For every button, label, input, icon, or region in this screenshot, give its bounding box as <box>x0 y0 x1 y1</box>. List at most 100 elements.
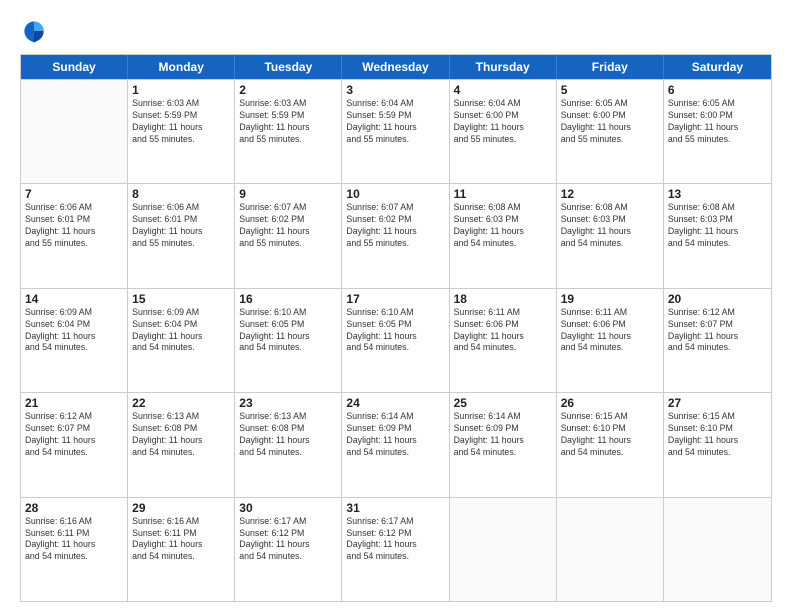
calendar-row-3: 14Sunrise: 6:09 AM Sunset: 6:04 PM Dayli… <box>21 288 771 392</box>
calendar-cell: 1Sunrise: 6:03 AM Sunset: 5:59 PM Daylig… <box>128 80 235 183</box>
calendar-cell: 13Sunrise: 6:08 AM Sunset: 6:03 PM Dayli… <box>664 184 771 287</box>
calendar-cell <box>450 498 557 601</box>
cell-info: Sunrise: 6:04 AM Sunset: 5:59 PM Dayligh… <box>346 98 444 146</box>
cell-info: Sunrise: 6:07 AM Sunset: 6:02 PM Dayligh… <box>346 202 444 250</box>
header <box>20 18 772 46</box>
day-number: 28 <box>25 501 123 515</box>
day-number: 14 <box>25 292 123 306</box>
calendar-cell: 20Sunrise: 6:12 AM Sunset: 6:07 PM Dayli… <box>664 289 771 392</box>
day-number: 1 <box>132 83 230 97</box>
cell-info: Sunrise: 6:09 AM Sunset: 6:04 PM Dayligh… <box>132 307 230 355</box>
day-number: 25 <box>454 396 552 410</box>
page: SundayMondayTuesdayWednesdayThursdayFrid… <box>0 0 792 612</box>
day-number: 12 <box>561 187 659 201</box>
day-number: 21 <box>25 396 123 410</box>
day-number: 16 <box>239 292 337 306</box>
calendar-cell: 31Sunrise: 6:17 AM Sunset: 6:12 PM Dayli… <box>342 498 449 601</box>
cell-info: Sunrise: 6:16 AM Sunset: 6:11 PM Dayligh… <box>25 516 123 564</box>
cell-info: Sunrise: 6:05 AM Sunset: 6:00 PM Dayligh… <box>561 98 659 146</box>
calendar-row-2: 7 Sunrise: 6:06 AM Sunset: 6:01 PM Daylig… <box>21 183 771 287</box>
day-number: 20 <box>668 292 767 306</box>
day-number: 29 <box>132 501 230 515</box>
day-number: 8 <box>132 187 230 201</box>
cell-info: Sunrise: 6:12 AM Sunset: 6:07 PM Dayligh… <box>25 411 123 459</box>
cell-info: Sunrise: 6:08 AM Sunset: 6:03 PM Dayligh… <box>454 202 552 250</box>
calendar-cell: 26Sunrise: 6:15 AM Sunset: 6:10 PM Dayli… <box>557 393 664 496</box>
calendar-cell: 12Sunrise: 6:08 AM Sunset: 6:03 PM Dayli… <box>557 184 664 287</box>
calendar-cell: 16Sunrise: 6:10 AM Sunset: 6:05 PM Dayli… <box>235 289 342 392</box>
calendar-cell: 29Sunrise: 6:16 AM Sunset: 6:11 PM Dayli… <box>128 498 235 601</box>
calendar-row-1: 1Sunrise: 6:03 AM Sunset: 5:59 PM Daylig… <box>21 79 771 183</box>
calendar-row-5: 28Sunrise: 6:16 AM Sunset: 6:11 PM Dayli… <box>21 497 771 601</box>
day-number: 10 <box>346 187 444 201</box>
calendar-cell: 8Sunrise: 6:06 AM Sunset: 6:01 PM Daylig… <box>128 184 235 287</box>
calendar-cell: 15Sunrise: 6:09 AM Sunset: 6:04 PM Dayli… <box>128 289 235 392</box>
cell-info: Sunrise: 6:10 AM Sunset: 6:05 PM Dayligh… <box>346 307 444 355</box>
calendar-cell: 6Sunrise: 6:05 AM Sunset: 6:00 PM Daylig… <box>664 80 771 183</box>
day-number: 18 <box>454 292 552 306</box>
cell-info: Sunrise: 6:07 AM Sunset: 6:02 PM Dayligh… <box>239 202 337 250</box>
cell-info: Sunrise: 6:08 AM Sunset: 6:03 PM Dayligh… <box>668 202 767 250</box>
cell-info: Sunrise: 6:06 AM Sunset: 6:01 PM Dayligh… <box>132 202 230 250</box>
cell-info: Sunrise: 6:17 AM Sunset: 6:12 PM Dayligh… <box>346 516 444 564</box>
calendar-cell: 30Sunrise: 6:17 AM Sunset: 6:12 PM Dayli… <box>235 498 342 601</box>
calendar-header: SundayMondayTuesdayWednesdayThursdayFrid… <box>21 55 771 79</box>
calendar-cell: 21Sunrise: 6:12 AM Sunset: 6:07 PM Dayli… <box>21 393 128 496</box>
day-number: 4 <box>454 83 552 97</box>
cell-info: Sunrise: 6:17 AM Sunset: 6:12 PM Dayligh… <box>239 516 337 564</box>
calendar-cell: 28Sunrise: 6:16 AM Sunset: 6:11 PM Dayli… <box>21 498 128 601</box>
day-number: 5 <box>561 83 659 97</box>
cell-info: Sunrise: 6:16 AM Sunset: 6:11 PM Dayligh… <box>132 516 230 564</box>
calendar-row-4: 21Sunrise: 6:12 AM Sunset: 6:07 PM Dayli… <box>21 392 771 496</box>
cell-info: Sunrise: 6:15 AM Sunset: 6:10 PM Dayligh… <box>561 411 659 459</box>
calendar-cell: 7Sunrise: 6:06 AM Sunset: 6:01 PM Daylig… <box>21 184 128 287</box>
day-header-friday: Friday <box>557 55 664 79</box>
cell-info: Sunrise: 6:04 AM Sunset: 6:00 PM Dayligh… <box>454 98 552 146</box>
cell-info: Sunrise: 6:15 AM Sunset: 6:10 PM Dayligh… <box>668 411 767 459</box>
calendar-cell: 2Sunrise: 6:03 AM Sunset: 5:59 PM Daylig… <box>235 80 342 183</box>
cell-info: Sunrise: 6:13 AM Sunset: 6:08 PM Dayligh… <box>239 411 337 459</box>
calendar-cell: 5Sunrise: 6:05 AM Sunset: 6:00 PM Daylig… <box>557 80 664 183</box>
cell-info: Sunrise: 6:11 AM Sunset: 6:06 PM Dayligh… <box>454 307 552 355</box>
calendar-cell <box>664 498 771 601</box>
logo-icon <box>20 18 48 46</box>
day-number: 31 <box>346 501 444 515</box>
day-number: 6 <box>668 83 767 97</box>
calendar-cell: 10Sunrise: 6:07 AM Sunset: 6:02 PM Dayli… <box>342 184 449 287</box>
cell-info: Sunrise: 6:13 AM Sunset: 6:08 PM Dayligh… <box>132 411 230 459</box>
logo <box>20 18 54 46</box>
calendar-body: 1Sunrise: 6:03 AM Sunset: 5:59 PM Daylig… <box>21 79 771 601</box>
day-number: 26 <box>561 396 659 410</box>
day-header-tuesday: Tuesday <box>235 55 342 79</box>
day-number: 3 <box>346 83 444 97</box>
day-number: 2 <box>239 83 337 97</box>
cell-info: Sunrise: 6:09 AM Sunset: 6:04 PM Dayligh… <box>25 307 123 355</box>
calendar-cell: 25Sunrise: 6:14 AM Sunset: 6:09 PM Dayli… <box>450 393 557 496</box>
cell-info: Sunrise: 6:14 AM Sunset: 6:09 PM Dayligh… <box>454 411 552 459</box>
day-number: 11 <box>454 187 552 201</box>
calendar-cell <box>557 498 664 601</box>
day-header-monday: Monday <box>128 55 235 79</box>
day-number: 24 <box>346 396 444 410</box>
day-header-sunday: Sunday <box>21 55 128 79</box>
day-number: 30 <box>239 501 337 515</box>
cell-info: Sunrise: 6:03 AM Sunset: 5:59 PM Dayligh… <box>239 98 337 146</box>
calendar-cell: 3Sunrise: 6:04 AM Sunset: 5:59 PM Daylig… <box>342 80 449 183</box>
calendar-cell <box>21 80 128 183</box>
day-number: 7 <box>25 187 123 201</box>
day-header-thursday: Thursday <box>450 55 557 79</box>
cell-info: Sunrise: 6:03 AM Sunset: 5:59 PM Dayligh… <box>132 98 230 146</box>
day-number: 19 <box>561 292 659 306</box>
calendar: SundayMondayTuesdayWednesdayThursdayFrid… <box>20 54 772 602</box>
day-number: 17 <box>346 292 444 306</box>
calendar-cell: 9Sunrise: 6:07 AM Sunset: 6:02 PM Daylig… <box>235 184 342 287</box>
calendar-cell: 19Sunrise: 6:11 AM Sunset: 6:06 PM Dayli… <box>557 289 664 392</box>
day-header-saturday: Saturday <box>664 55 771 79</box>
day-number: 13 <box>668 187 767 201</box>
day-number: 27 <box>668 396 767 410</box>
day-number: 23 <box>239 396 337 410</box>
calendar-cell: 18Sunrise: 6:11 AM Sunset: 6:06 PM Dayli… <box>450 289 557 392</box>
cell-info: Sunrise: 6:12 AM Sunset: 6:07 PM Dayligh… <box>668 307 767 355</box>
cell-info: Sunrise: 6:10 AM Sunset: 6:05 PM Dayligh… <box>239 307 337 355</box>
cell-info: Sunrise: 6:11 AM Sunset: 6:06 PM Dayligh… <box>561 307 659 355</box>
